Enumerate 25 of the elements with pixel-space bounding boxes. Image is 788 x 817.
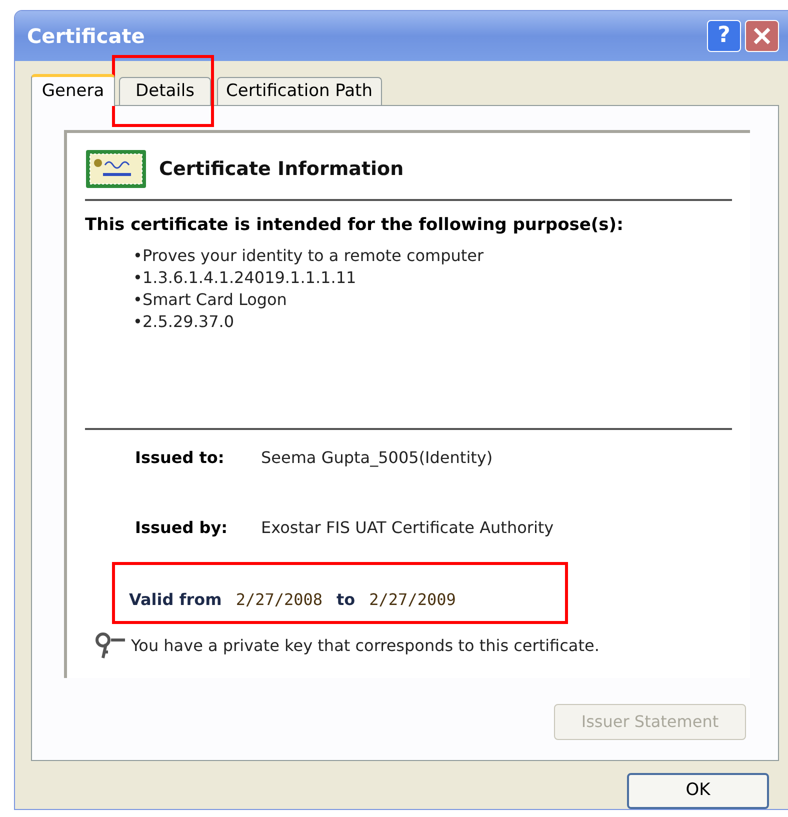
issued-to-label: Issued to: — [135, 446, 226, 468]
purpose-heading: This certificate is intended for the following purpose(s): — [85, 214, 624, 237]
tab[interactable]: Certification Path — [217, 77, 382, 105]
help-button[interactable]: ? — [707, 20, 741, 52]
close-button[interactable] — [745, 20, 779, 52]
window-title: Certificate — [27, 23, 146, 50]
valid-from-date: 2/27/2008 — [236, 588, 323, 610]
issued-by-value: Exostar FIS UAT Certificate Authority — [261, 516, 554, 538]
issued-by-label: Issued by: — [135, 516, 229, 538]
info-heading: Certificate Information — [159, 156, 404, 182]
purpose-item: •2.5.29.37.0 — [133, 310, 236, 332]
valid-from-label: Valid from — [129, 588, 222, 610]
purpose-item: •Smart Card Logon — [133, 288, 288, 310]
purpose-item: •Proves your identity to a remote computer — [133, 244, 485, 266]
close-icon — [752, 26, 772, 46]
tab[interactable]: Details — [119, 77, 211, 105]
issued-to-value: Seema Gupta_5005(Identity) — [261, 446, 493, 469]
ok-button[interactable]: OK — [627, 773, 769, 809]
certificate-icon — [85, 149, 147, 189]
key-icon — [95, 632, 127, 660]
purpose-item: •1.3.6.1.4.1.24019.1.1.1.11 — [133, 266, 358, 288]
valid-to-label: to — [336, 588, 356, 610]
tab[interactable]: Genera — [31, 74, 115, 106]
private-key-note: You have a private key that corresponds to this certificate. — [131, 634, 600, 656]
valid-to-date: 2/27/2009 — [369, 588, 456, 610]
